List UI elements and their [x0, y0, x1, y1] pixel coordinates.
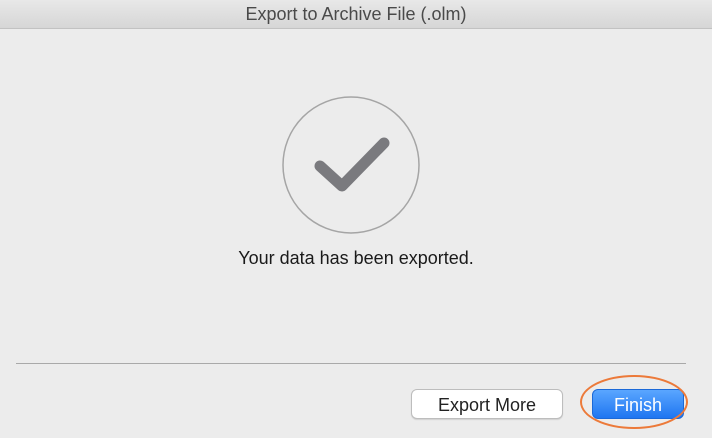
export-more-button[interactable]: Export More	[411, 389, 563, 419]
finish-button[interactable]: Finish	[592, 389, 684, 419]
checkmark-circle-icon	[282, 96, 420, 234]
dialog-content: Your data has been exported. Export More…	[0, 29, 712, 438]
export-dialog: Export to Archive File (.olm) Your data …	[0, 0, 712, 438]
footer-divider	[16, 363, 686, 364]
status-message: Your data has been exported.	[238, 248, 474, 268]
window-title: Export to Archive File (.olm)	[0, 0, 712, 29]
